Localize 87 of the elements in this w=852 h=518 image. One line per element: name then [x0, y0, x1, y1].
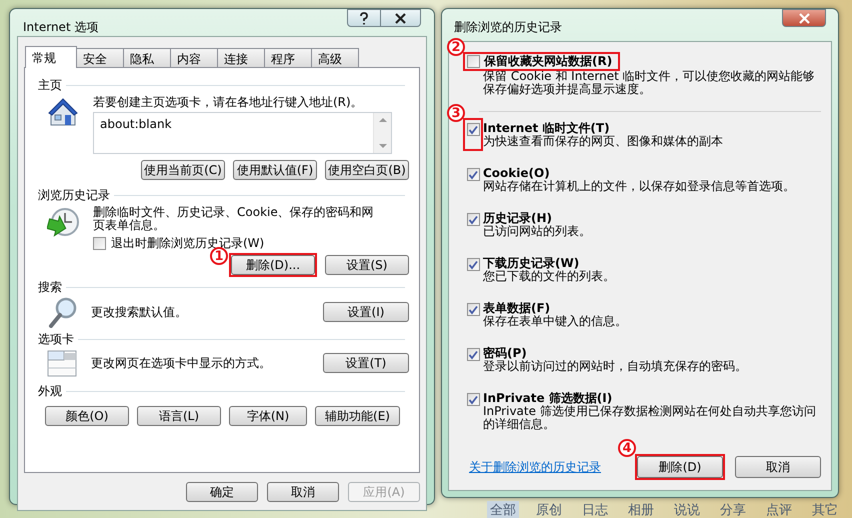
option-label: InPrivate 筛选数据(I) [483, 392, 614, 405]
step-marker: 2 [447, 38, 465, 56]
button[interactable]: 删除(D)... [231, 255, 315, 275]
checkmark-icon [468, 170, 478, 180]
description: 若要创建主页选项卡，请在各地址行键入地址(R)。 [93, 96, 364, 109]
button[interactable]: 设置(T) [323, 353, 409, 373]
nav-link[interactable]: 日志 [579, 501, 611, 518]
tab[interactable]: 常规 [25, 46, 77, 68]
nav-link[interactable]: 说说 [671, 501, 703, 518]
checkbox[interactable] [466, 348, 480, 361]
button[interactable]: 颜色(O) [45, 406, 129, 426]
tab-window-icon [47, 348, 77, 378]
button[interactable]: 字体(N) [229, 406, 307, 426]
checkmark-icon [468, 350, 478, 360]
description: 更改网页在选项卡中显示的方式。 [91, 356, 272, 370]
tab[interactable]: 内容 [170, 48, 218, 67]
checkmark-icon [468, 304, 478, 314]
checkmark-icon [468, 394, 478, 404]
clock-arrow-icon [47, 206, 79, 238]
description: 删除临时文件、历史记录、Cookie、保存的密码和网页表单信息。 [93, 206, 375, 232]
window-title: 删除浏览的历史记录 [454, 19, 562, 36]
option-description: 登录以前访问过的网站时，自动填充保存的密码。 [483, 360, 748, 373]
option-label: Cookie(O) [483, 167, 551, 180]
step-marker: 4 [618, 439, 636, 457]
button[interactable]: 辅助功能(E) [315, 406, 400, 426]
nav-link[interactable]: 分享 [717, 501, 749, 518]
button[interactable]: 取消 [267, 482, 339, 502]
nav-link[interactable]: 点评 [763, 501, 795, 518]
nav-link[interactable]: 全部 [487, 501, 519, 518]
address-field[interactable]: about:blank [93, 112, 392, 154]
section-heading: 搜索 [38, 280, 62, 294]
step-marker: 3 [447, 104, 465, 122]
button[interactable]: 设置(S) [325, 255, 409, 275]
magnifier-icon [47, 296, 77, 328]
help-button[interactable] [347, 9, 381, 27]
checkmark-icon [468, 260, 478, 270]
option-label: 表单数据(F) [483, 302, 552, 315]
close-button[interactable] [381, 9, 421, 27]
button[interactable]: 确定 [186, 482, 258, 502]
checkbox[interactable] [467, 55, 480, 68]
checkmark-icon [468, 124, 478, 134]
window-title: Internet 选项 [23, 19, 98, 36]
nav-link[interactable]: 相册 [625, 501, 657, 518]
option-label: 下载历史记录(W) [483, 257, 580, 270]
button[interactable]: 删除(D) [637, 456, 723, 478]
button[interactable]: 使用默认值(F) [233, 160, 317, 180]
section-heading: 外观 [38, 384, 62, 398]
checkbox[interactable] [466, 258, 480, 271]
tab[interactable]: 程序 [264, 48, 312, 67]
nav-link[interactable]: 其它 [809, 501, 841, 518]
section-heading: 主页 [38, 78, 62, 92]
option-description: InPrivate 筛选使用已保存数据检测网站在何处自动共享您访问的详细信息。 [483, 405, 817, 431]
checkbox[interactable] [466, 168, 480, 181]
option-description: 您已下载的文件的列表。 [483, 270, 616, 283]
checkbox[interactable] [466, 393, 480, 406]
option-description: 网站存储在计算机上的文件，以保存如登录信息等首选项。 [483, 180, 796, 193]
checkbox[interactable] [466, 213, 480, 226]
step-marker: 1 [210, 247, 228, 265]
section-heading: 选项卡 [38, 332, 74, 346]
button[interactable]: 使用空白页(B) [325, 160, 409, 180]
button[interactable]: 使用当前页(C) [141, 160, 225, 180]
option-description: 为快速查看而保存的网页、图像和媒体的副本 [483, 135, 724, 148]
tab[interactable]: 安全 [76, 48, 124, 67]
checkbox[interactable] [93, 236, 106, 250]
close-icon [394, 12, 407, 24]
option-label: 保留收藏夹网站数据(R) [484, 55, 612, 68]
option-label: Internet 临时文件(T) [483, 122, 611, 135]
checkbox[interactable] [466, 303, 480, 316]
section-heading: 浏览历史记录 [38, 188, 110, 202]
checkmark-icon [468, 214, 478, 224]
tab[interactable]: 连接 [217, 48, 265, 67]
tab[interactable]: 隐私 [123, 48, 171, 67]
button[interactable]: 语言(L) [137, 406, 221, 426]
option-description: 保存在表单中键入的信息。 [483, 315, 628, 328]
nav-link[interactable]: 原创 [533, 501, 565, 518]
close-icon [798, 12, 810, 24]
button[interactable]: 取消 [735, 456, 821, 478]
option-label: 密码(P) [483, 347, 528, 360]
help-icon [358, 12, 370, 24]
option-description: 已访问网站的列表。 [483, 225, 592, 238]
house-icon [47, 96, 79, 128]
help-link[interactable]: 关于删除浏览的历史记录 [469, 458, 625, 476]
checkbox[interactable] [466, 123, 480, 136]
button[interactable]: 设置(I) [323, 302, 409, 322]
option-label: 历史记录(H) [483, 212, 554, 225]
description: 更改搜索默认值。 [91, 306, 188, 318]
tab[interactable]: 高级 [311, 48, 359, 67]
